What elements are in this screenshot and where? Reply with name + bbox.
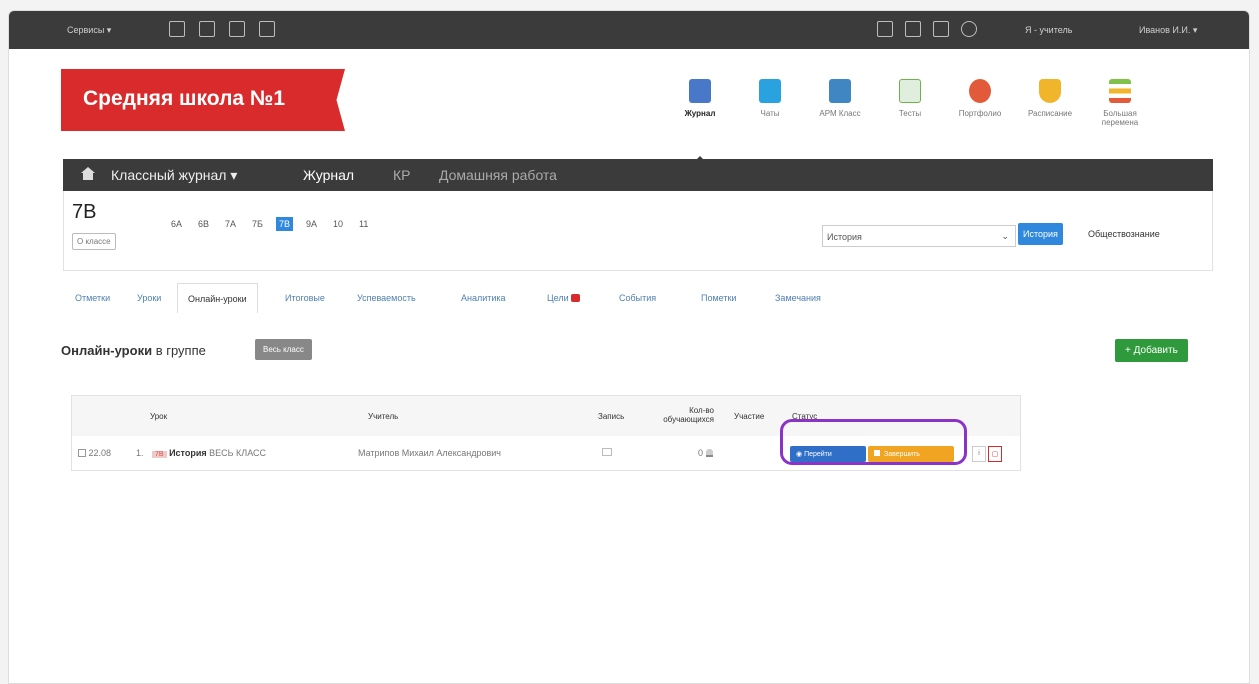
lesson-time: 22.08 xyxy=(78,448,111,458)
top-bar: Сервисы ▾ Я - учитель Иванов И.И. ▾ xyxy=(9,11,1249,49)
app-launcher: Журнал Чаты АРМ Класс Тесты Портфолио Ра… xyxy=(665,79,1155,163)
about-class-button[interactable]: О классе xyxy=(72,233,116,250)
class-item[interactable]: 10 xyxy=(330,217,346,231)
teacher-name: Матрипов Михаил Александрович xyxy=(358,448,501,458)
class-item-selected[interactable]: 7В xyxy=(275,217,293,231)
nav-homework[interactable]: Домашняя работа xyxy=(439,167,557,183)
presentation-icon[interactable] xyxy=(259,21,275,37)
class-item[interactable]: 6В xyxy=(195,217,212,231)
tab-marks[interactable]: Отметки xyxy=(75,293,110,303)
class-badge: 7В xyxy=(152,451,167,458)
students-count: 0 xyxy=(698,448,713,458)
announcement-icon[interactable] xyxy=(933,21,949,37)
chevron-down-icon: ⌄ xyxy=(1001,231,1009,241)
lesson-cell[interactable]: 7В История ВЕСЬ КЛАСС xyxy=(152,448,266,458)
role-switcher[interactable]: Я - учитель xyxy=(1025,25,1072,35)
class-item[interactable]: 6А xyxy=(168,217,185,231)
app-schedule[interactable]: Расписание xyxy=(1015,79,1085,127)
header-lesson: Урок xyxy=(150,412,168,421)
library-icon[interactable] xyxy=(199,21,215,37)
current-class: 7В xyxy=(72,201,97,223)
tab-final[interactable]: Итоговые xyxy=(285,293,325,303)
tab-notes[interactable]: Пометки xyxy=(701,293,736,303)
chat-icon xyxy=(759,79,781,103)
app-journal[interactable]: Журнал xyxy=(665,79,735,163)
class-list: 6А 6В 7А 7Б 7В 9А 10 11 xyxy=(168,217,371,231)
subject-history-button[interactable]: История xyxy=(1018,223,1063,245)
row-actions: i ▢ xyxy=(972,446,1002,462)
school-name: Средняя школа №1 xyxy=(83,87,286,110)
delete-button[interactable]: ▢ xyxy=(988,446,1002,462)
class-journal-menu[interactable]: Классный журнал ▾ xyxy=(111,167,237,184)
header-students: Кол-во обучающихся xyxy=(663,406,714,424)
top-right-icons xyxy=(877,21,977,37)
tab-goals[interactable]: Цели xyxy=(547,293,580,303)
tab-lessons[interactable]: Уроки xyxy=(137,293,161,303)
top-tool-icons xyxy=(169,21,275,37)
org-icon[interactable] xyxy=(169,21,185,37)
nav-kr[interactable]: КР xyxy=(393,167,411,183)
app-tests[interactable]: Тесты xyxy=(875,79,945,127)
tab-analytics[interactable]: Аналитика xyxy=(461,293,506,303)
class-selector-row: 7В О классе 6А 6В 7А 7Б 7В 9А 10 11 Исто… xyxy=(63,191,1213,271)
user-menu[interactable]: Иванов И.И. ▾ xyxy=(1139,25,1197,36)
school-banner[interactable]: Средняя школа №1 xyxy=(61,69,345,131)
record-icon[interactable] xyxy=(602,448,612,458)
break-icon xyxy=(1109,79,1131,103)
journal-icon xyxy=(689,79,711,103)
class-item[interactable]: 9А xyxy=(303,217,320,231)
calendar-icon xyxy=(78,449,86,457)
schedule-icon xyxy=(1039,79,1061,103)
header-record: Запись xyxy=(598,412,625,421)
app-arm-class[interactable]: АРМ Класс xyxy=(805,79,875,127)
group-whole-class-button[interactable]: Весь класс xyxy=(255,339,312,360)
subject-select[interactable]: История ⌄ xyxy=(822,225,1016,247)
tests-icon xyxy=(899,79,921,103)
section-title: Онлайн-уроки в группе xyxy=(61,343,206,358)
person-icon xyxy=(705,449,713,457)
tab-events[interactable]: События xyxy=(619,293,656,303)
home-icon[interactable] xyxy=(81,167,95,180)
help-icon[interactable] xyxy=(961,21,977,37)
mail-icon[interactable] xyxy=(877,21,893,37)
tab-remarks[interactable]: Замечания xyxy=(775,293,821,303)
header-participants: Участие xyxy=(734,412,765,421)
document-icon[interactable] xyxy=(229,21,245,37)
class-item[interactable]: 7Б xyxy=(249,217,266,231)
subject-social-studies[interactable]: Обществознание xyxy=(1088,229,1160,239)
tab-online-lessons[interactable]: Онлайн-уроки xyxy=(177,283,258,313)
add-button[interactable]: + Добавить xyxy=(1115,339,1188,362)
journal-nav: Классный журнал ▾ Журнал КР Домашняя раб… xyxy=(63,159,1213,191)
status-buttons-highlight xyxy=(780,419,967,465)
calendar-icon[interactable] xyxy=(905,21,921,37)
info-button[interactable]: i xyxy=(972,446,986,462)
app-big-break[interactable]: Большая перемена xyxy=(1085,79,1155,127)
class-item[interactable]: 7А xyxy=(222,217,239,231)
services-menu[interactable]: Сервисы ▾ xyxy=(67,25,111,36)
tab-progress[interactable]: Успеваемость xyxy=(357,293,416,303)
class-icon xyxy=(829,79,851,103)
goals-badge-icon xyxy=(570,294,580,302)
portfolio-icon xyxy=(969,79,991,103)
app-frame: Сервисы ▾ Я - учитель Иванов И.И. ▾ Сред… xyxy=(8,10,1250,684)
nav-journal[interactable]: Журнал xyxy=(303,167,354,183)
app-portfolio[interactable]: Портфолио xyxy=(945,79,1015,127)
class-item[interactable]: 11 xyxy=(356,217,371,231)
header-teacher: Учитель xyxy=(368,412,399,421)
lesson-number: 1. xyxy=(136,448,144,458)
app-chats[interactable]: Чаты xyxy=(735,79,805,127)
